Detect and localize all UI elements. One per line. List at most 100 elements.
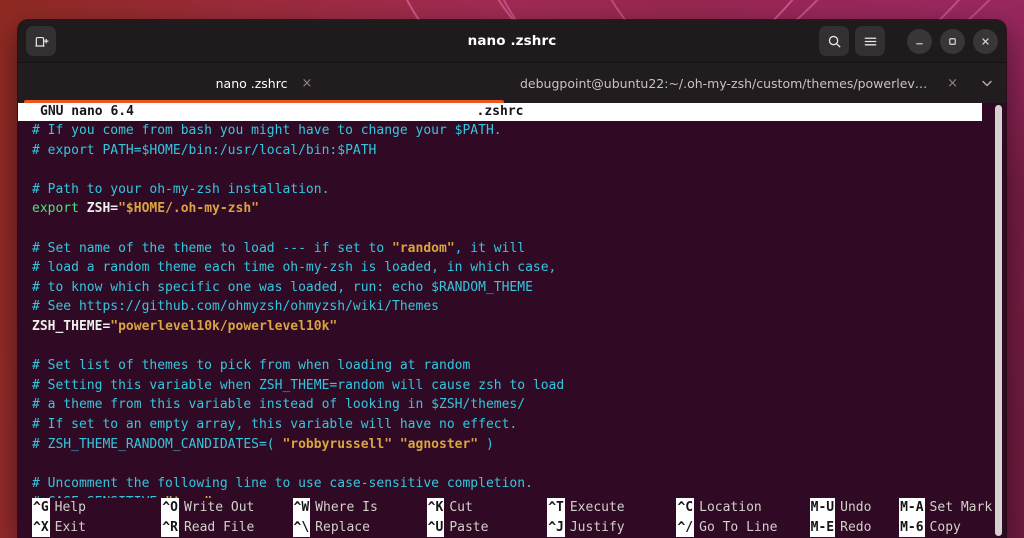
shortcut-label: Copy: [925, 518, 961, 538]
tab-shell-powerlevel10k[interactable]: debugpoint@ubuntu22:~/.oh-my-zsh/custom/…: [510, 63, 968, 103]
nano-line-segment: "robbyrussell" "agnoster": [282, 437, 478, 452]
terminal-window: nano .zshrc: [18, 20, 1006, 538]
nano-line: # Setting this variable when ZSH_THEME=r…: [32, 376, 1006, 396]
nano-blank-line: [32, 160, 1006, 180]
shortcut-key: ^R: [161, 518, 179, 538]
nano-blank-line: [32, 454, 1006, 474]
nano-line-segment: "random": [392, 241, 455, 256]
nano-line-segment: export: [32, 201, 87, 216]
shortcut-justify[interactable]: ^JJustify: [547, 518, 676, 538]
shortcut-cut[interactable]: ^KCut: [427, 498, 548, 518]
shortcut-key: ^W: [293, 498, 311, 518]
minimize-icon[interactable]: [907, 29, 932, 54]
nano-line: # to know which specific one was loaded,…: [32, 278, 1006, 298]
shortcut-location[interactable]: ^CLocation: [676, 498, 809, 518]
shortcut-key: ^X: [32, 518, 50, 538]
shortcut-key: ^G: [32, 498, 50, 518]
shortcut-key: ^O: [161, 498, 179, 518]
nano-line-segment: # to know which specific one was loaded,…: [32, 280, 533, 295]
nano-line: # export PATH=$HOME/bin:/usr/local/bin:$…: [32, 141, 1006, 161]
nano-line: # Path to your oh-my-zsh installation.: [32, 180, 1006, 200]
tab-bar: nano .zshrc × debugpoint@ubuntu22:~/.oh-…: [18, 63, 1006, 103]
nano-line-segment: # If you come from bash you might have t…: [32, 123, 502, 138]
nano-blank-line: [32, 219, 1006, 239]
shortcut-copy[interactable]: M-6Copy: [899, 518, 1006, 538]
shortcut-execute[interactable]: ^TExecute: [547, 498, 676, 518]
nano-line-segment: # a theme from this variable instead of …: [32, 397, 525, 412]
nano-line-segment: # Uncomment the following line to use ca…: [32, 476, 533, 491]
nano-header-bar: .zshrc GNU nano 6.4: [18, 103, 982, 121]
shortcut-key: ^U: [427, 518, 445, 538]
nano-line-segment: ZSH_THEME=: [32, 319, 110, 334]
shortcut-label: Location: [694, 498, 762, 518]
nano-line: # Set list of themes to pick from when l…: [32, 356, 1006, 376]
nano-line-segment: # Setting this variable when ZSH_THEME=r…: [32, 378, 564, 393]
nano-line: # Uncomment the following line to use ca…: [32, 474, 1006, 494]
shortcut-key: ^C: [676, 498, 694, 518]
nano-line-segment: ZSH=: [87, 201, 118, 216]
nano-line-segment: # export PATH=$HOME/bin:/usr/local/bin:$…: [32, 143, 376, 158]
shortcut-key: ^T: [547, 498, 565, 518]
nano-line-segment: , it will: [455, 241, 525, 256]
tab-nano-zshrc[interactable]: nano .zshrc ×: [18, 63, 510, 103]
shortcut-label: Read File: [179, 518, 254, 538]
nano-header-filename: .zshrc: [18, 103, 982, 122]
nano-shortcut-bar: ^GHelp^OWrite Out^WWhere Is^KCut^TExecut…: [18, 498, 1006, 538]
tab-close-icon[interactable]: ×: [947, 77, 958, 90]
window-titlebar: nano .zshrc: [18, 20, 1006, 63]
nano-line-segment: # ZSH_THEME_RANDOM_CANDIDATES=(: [32, 437, 282, 452]
nano-text-buffer[interactable]: # If you come from bash you might have t…: [32, 121, 1006, 538]
shortcut-key: ^J: [547, 518, 565, 538]
shortcut-label: Set Mark: [925, 498, 993, 518]
tab-close-icon[interactable]: ×: [301, 77, 312, 90]
shortcut-row-2: ^XExit^RRead File^\Replace^UPaste^JJusti…: [32, 518, 1006, 538]
nano-line: # ZSH_THEME_RANDOM_CANDIDATES=( "robbyru…: [32, 435, 1006, 455]
shortcut-key: M-E: [810, 518, 835, 538]
shortcut-label: Undo: [835, 498, 871, 518]
shortcut-go-to-line[interactable]: ^/Go To Line: [676, 518, 809, 538]
shortcut-paste[interactable]: ^UPaste: [427, 518, 548, 538]
nano-line: export ZSH="$HOME/.oh-my-zsh": [32, 199, 1006, 219]
shortcut-key: M-A: [899, 498, 924, 518]
shortcut-row-1: ^GHelp^OWrite Out^WWhere Is^KCut^TExecut…: [32, 498, 1006, 518]
nano-line-segment: ): [478, 437, 494, 452]
shortcut-label: Exit: [50, 518, 86, 538]
nano-line: # If set to an empty array, this variabl…: [32, 415, 1006, 435]
nano-line: # load a random theme each time oh-my-zs…: [32, 258, 1006, 278]
shortcut-help[interactable]: ^GHelp: [32, 498, 161, 518]
shortcut-where-is[interactable]: ^WWhere Is: [293, 498, 427, 518]
close-icon[interactable]: [973, 29, 998, 54]
nano-blank-line: [32, 337, 1006, 357]
shortcut-replace[interactable]: ^\Replace: [293, 518, 427, 538]
shortcut-write-out[interactable]: ^OWrite Out: [161, 498, 292, 518]
shortcut-label: Cut: [444, 498, 472, 518]
shortcut-label: Go To Line: [694, 518, 777, 538]
tab-label: nano .zshrc: [216, 76, 288, 91]
nano-line: # If you come from bash you might have t…: [32, 121, 1006, 141]
terminal-content[interactable]: .zshrc GNU nano 6.4 # If you come from b…: [18, 103, 1006, 538]
shortcut-label: Help: [50, 498, 86, 518]
chevron-down-icon[interactable]: [968, 63, 1006, 103]
shortcut-label: Execute: [565, 498, 625, 518]
shortcut-exit[interactable]: ^XExit: [32, 518, 161, 538]
shortcut-key: ^K: [427, 498, 445, 518]
nano-line-segment: # load a random theme each time oh-my-zs…: [32, 260, 556, 275]
shortcut-undo[interactable]: M-UUndo: [810, 498, 899, 518]
terminal-scrollbar[interactable]: [995, 105, 1002, 536]
nano-line-segment: # Set name of the theme to load --- if s…: [32, 241, 392, 256]
nano-line: # See https://github.com/ohmyzsh/ohmyzsh…: [32, 297, 1006, 317]
shortcut-redo[interactable]: M-ERedo: [810, 518, 899, 538]
shortcut-label: Replace: [310, 518, 370, 538]
nano-line: ZSH_THEME="powerlevel10k/powerlevel10k": [32, 317, 1006, 337]
nano-line: # a theme from this variable instead of …: [32, 395, 1006, 415]
shortcut-set-mark[interactable]: M-ASet Mark: [899, 498, 1006, 518]
search-icon[interactable]: [819, 26, 849, 56]
desktop-wallpaper: nano .zshrc: [0, 0, 1024, 538]
shortcut-label: Paste: [444, 518, 488, 538]
shortcut-key: ^\: [293, 518, 311, 538]
scrollbar-thumb[interactable]: [995, 105, 1002, 536]
shortcut-read-file[interactable]: ^RRead File: [161, 518, 292, 538]
new-tab-icon[interactable]: [26, 26, 56, 56]
hamburger-menu-icon[interactable]: [855, 26, 885, 56]
maximize-icon[interactable]: [940, 29, 965, 54]
